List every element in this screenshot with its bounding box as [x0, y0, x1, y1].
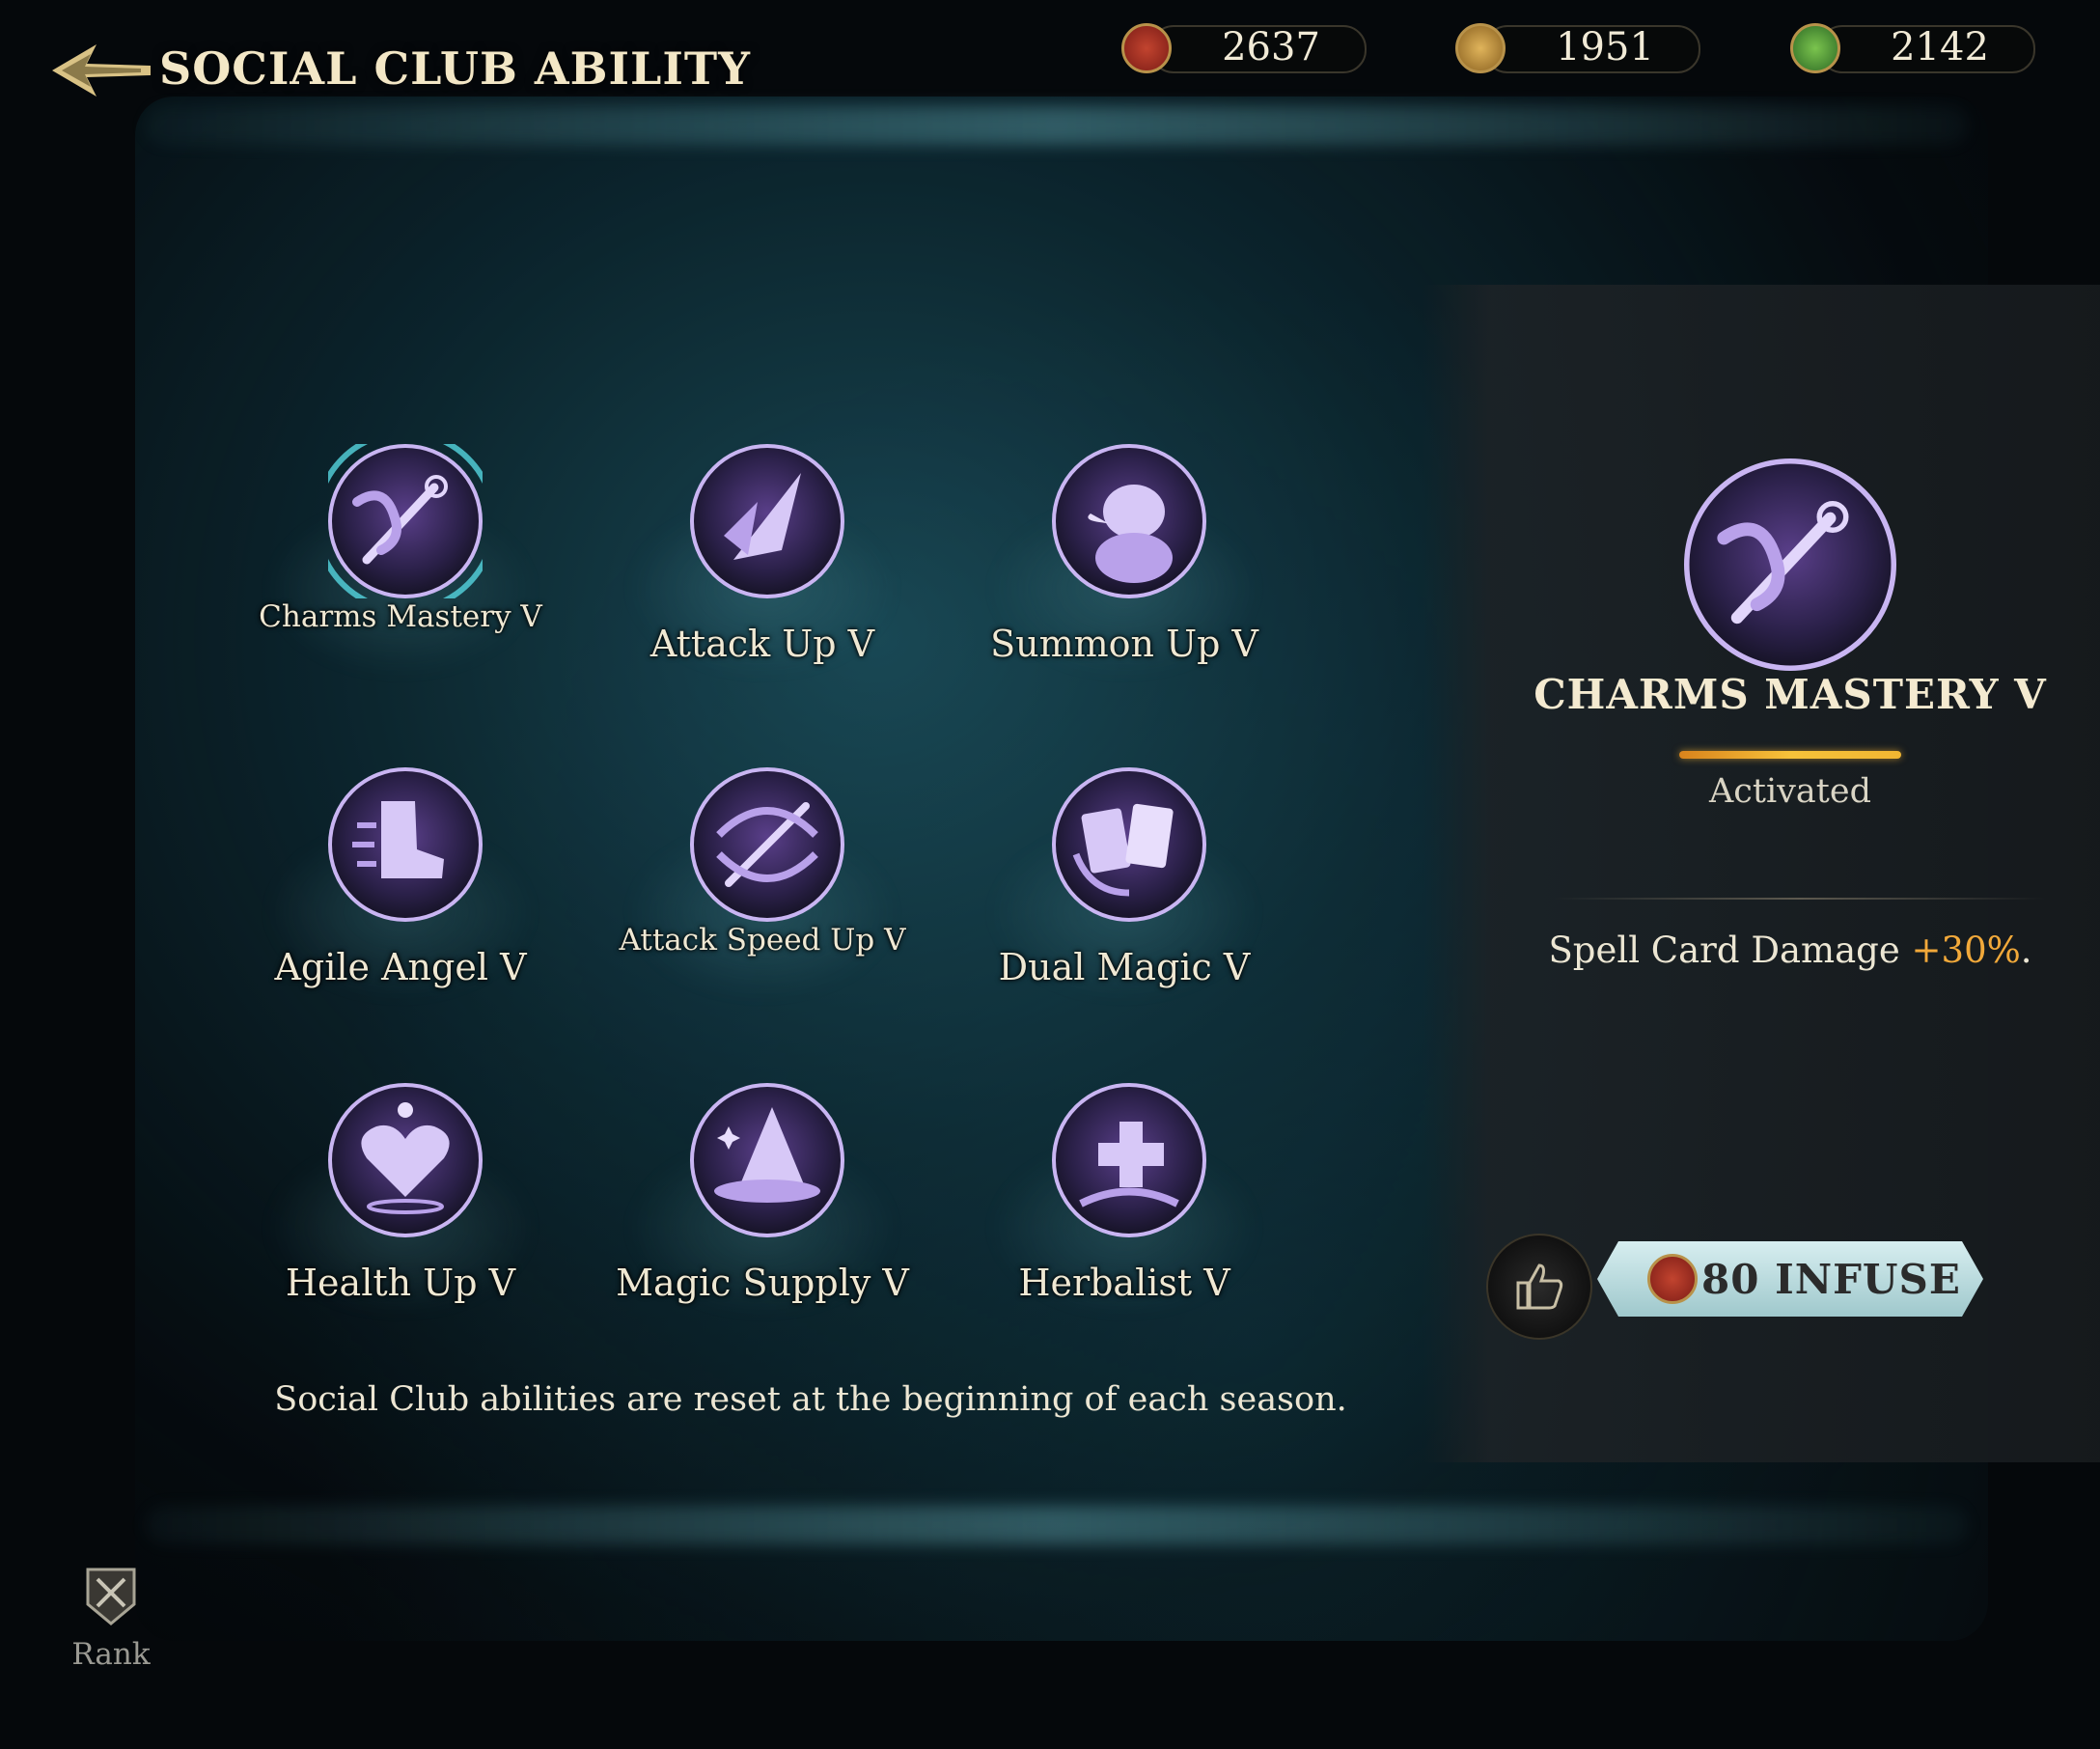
back-button[interactable] [48, 37, 154, 104]
wand-swirl-icon [690, 767, 844, 922]
activation-bar [1679, 751, 1901, 759]
rank-nav-button[interactable]: Rank [58, 1564, 164, 1680]
ability-label: Charms Mastery V [259, 599, 542, 634]
detail-title: CHARMS MASTERY V [1534, 671, 2047, 718]
infuse-label: 80 INFUSE [1701, 1255, 1961, 1303]
detail-description: Spell Card Damage +30%. [1506, 930, 2075, 971]
heart-icon [328, 1083, 483, 1237]
ability-agile-angel[interactable]: Agile Angel V [227, 767, 574, 1038]
ability-label: Herbalist V [1018, 1262, 1230, 1304]
red-seal-coin-icon [1121, 23, 1172, 73]
desc-prefix: Spell Card Damage [1548, 930, 1912, 971]
ability-magic-supply[interactable]: Magic Supply V [589, 1083, 936, 1353]
healing-cross-icon [1052, 1083, 1206, 1237]
detail-divider [1554, 898, 2046, 900]
desc-suffix: . [2020, 930, 2032, 971]
ability-health-up[interactable]: Health Up V [227, 1083, 574, 1353]
currency-gold: 1951 [1455, 23, 1700, 73]
ability-dual-magic[interactable]: Dual Magic V [951, 767, 1298, 1038]
duck-creature-icon [1052, 444, 1206, 598]
page-title: SOCIAL CLUB ABILITY [159, 42, 751, 95]
currency-red: 2637 [1121, 23, 1367, 73]
infuse-button[interactable]: 80 INFUSE [1597, 1241, 1983, 1317]
twin-cards-icon [1052, 767, 1206, 922]
ability-herbalist[interactable]: Herbalist V [951, 1083, 1298, 1353]
ability-attack-up[interactable]: Attack Up V [589, 444, 936, 714]
ability-label: Attack Speed Up V [619, 923, 906, 958]
thumbs-up-icon [1516, 1263, 1563, 1310]
ability-label: Health Up V [285, 1262, 516, 1304]
boot-speed-icon [328, 767, 483, 922]
crossed-swords-shield-icon [86, 1568, 136, 1625]
like-button[interactable] [1486, 1234, 1592, 1340]
ability-label: Magic Supply V [616, 1262, 909, 1304]
rank-label: Rank [71, 1637, 151, 1672]
ability-label: Attack Up V [649, 623, 875, 665]
wizard-hat-icon [690, 1083, 844, 1237]
slash-strike-icon [690, 444, 844, 598]
charms-wand-icon [328, 444, 483, 598]
desc-value: +30% [1911, 930, 2021, 971]
currency-value: 1951 [1556, 25, 1654, 69]
currency-value: 2142 [1891, 25, 1989, 69]
season-reset-note: Social Club abilities are reset at the b… [274, 1380, 1347, 1419]
ability-attack-speed-up[interactable]: Attack Speed Up V [589, 767, 936, 1038]
red-seal-coin-icon [1647, 1254, 1698, 1304]
ability-label: Summon Up V [990, 623, 1258, 665]
scroll-bottom-edge [145, 1506, 1969, 1544]
arrow-back-icon [52, 44, 151, 97]
ability-label: Dual Magic V [998, 946, 1251, 988]
ability-charms-mastery[interactable]: Charms Mastery V [227, 444, 574, 714]
currency-value: 2637 [1222, 25, 1320, 69]
charms-wand-icon [1684, 458, 1896, 671]
scroll-top-edge [145, 106, 1969, 145]
green-gem-coin-icon [1790, 23, 1840, 73]
gold-feather-coin-icon [1455, 23, 1506, 73]
ability-summon-up[interactable]: Summon Up V [951, 444, 1298, 714]
ability-label: Agile Angel V [274, 946, 527, 988]
currency-green: 2142 [1790, 23, 2035, 73]
detail-status: Activated [1709, 772, 1871, 811]
